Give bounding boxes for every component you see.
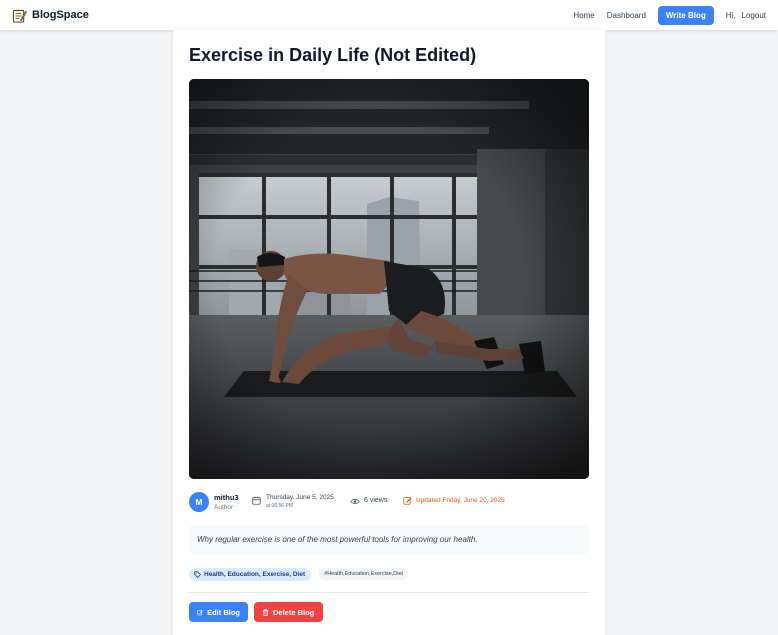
divider <box>189 592 589 593</box>
navbar: BlogSpace Home Dashboard Write Blog Hi, … <box>0 0 778 30</box>
calendar-icon <box>252 496 261 505</box>
notepad-icon <box>12 9 27 23</box>
author-name: mithu3 <box>214 493 239 502</box>
brand[interactable]: BlogSpace <box>12 8 89 23</box>
trash-icon <box>262 608 269 616</box>
user-greeting: Hi, <box>725 10 736 20</box>
tag-icon <box>194 570 201 578</box>
pencil-icon <box>197 609 203 615</box>
delete-blog-button[interactable]: Delete Blog <box>254 602 323 622</box>
nav-dashboard-link[interactable]: Dashboard <box>607 11 646 20</box>
avatar: M <box>189 492 209 512</box>
edit-blog-button[interactable]: Edit Blog <box>189 602 248 622</box>
brand-name: BlogSpace <box>32 9 89 21</box>
nav-home-link[interactable]: Home <box>573 11 594 20</box>
eye-icon <box>350 499 360 504</box>
write-blog-button[interactable]: Write Blog <box>657 5 714 25</box>
post-tags: Health, Education, Exercise, Diet #Healt… <box>189 567 409 581</box>
edit-icon <box>403 497 412 505</box>
post-meta: M mithu3 Author Thursday, June 5, 2025 a… <box>189 492 589 514</box>
post-cover-image <box>189 79 589 479</box>
delete-blog-label: Delete Blog <box>273 607 315 617</box>
updated-date: Updated Friday, June 20, 2025 <box>416 497 505 504</box>
post-excerpt: Why regular exercise is one of the most … <box>189 525 589 554</box>
blog-post-card: Exercise in Daily Life (Not Edited) M mi… <box>173 30 605 635</box>
post-date: Thursday, June 5, 2025 <box>266 494 334 501</box>
category-chip-label: Health, Education, Exercise, Diet <box>204 570 306 578</box>
category-chip[interactable]: Health, Education, Exercise, Diet <box>189 567 312 581</box>
post-title: Exercise in Daily Life (Not Edited) <box>189 45 477 65</box>
logout-link[interactable]: Logout <box>742 11 766 20</box>
view-count: 6 views <box>364 497 388 504</box>
hashtag-chip[interactable]: #Health,Education,Exercise,Diet <box>319 568 409 580</box>
author-role: Author <box>214 504 234 511</box>
edit-blog-label: Edit Blog <box>207 607 240 617</box>
post-time: at 06:56 PM <box>266 503 293 509</box>
